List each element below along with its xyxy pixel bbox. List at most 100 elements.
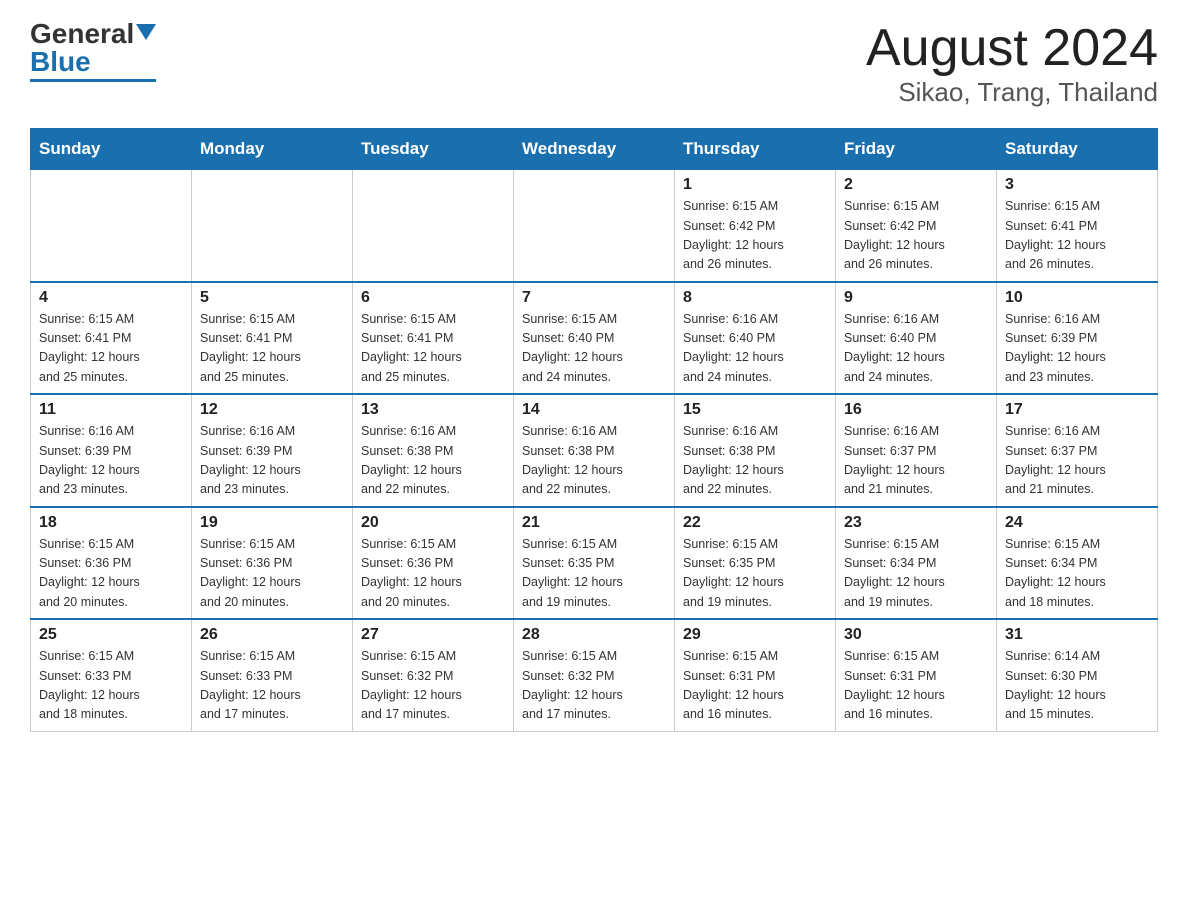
calendar-week-row: 18 Sunrise: 6:15 AMSunset: 6:36 PMDayligh… (31, 507, 1158, 620)
calendar-cell: 20 Sunrise: 6:15 AMSunset: 6:36 PMDayligh… (353, 507, 514, 620)
day-number: 19 (200, 514, 344, 532)
day-number: 23 (844, 514, 988, 532)
location-subtitle: Sikao, Trang, Thailand (866, 77, 1158, 108)
column-header-tuesday: Tuesday (353, 129, 514, 170)
day-number: 2 (844, 176, 988, 194)
title-block: August 2024 Sikao, Trang, Thailand (866, 20, 1158, 108)
calendar-cell (31, 170, 192, 282)
day-number: 28 (522, 626, 666, 644)
calendar-cell: 31Sunrise: 6:14 AMSunset: 6:30 PMDayligh… (997, 619, 1158, 731)
logo-general-text: General (30, 20, 134, 48)
day-sun-info: Sunrise: 6:16 AMSunset: 6:37 PMDaylight:… (844, 422, 988, 500)
day-sun-info: Sunrise: 6:15 AMSunset: 6:34 PMDaylight:… (844, 535, 988, 613)
day-number: 3 (1005, 176, 1149, 194)
calendar-cell (192, 170, 353, 282)
day-sun-info: Sunrise: 6:15 AMSunset: 6:42 PMDaylight:… (844, 197, 988, 275)
day-sun-info: Sunrise: 6:15 AMSunset: 6:42 PMDaylight:… (683, 197, 827, 275)
day-sun-info: Sunrise: 6:15 AMSunset: 6:33 PMDaylight:… (200, 647, 344, 725)
day-number: 6 (361, 289, 505, 307)
day-sun-info: Sunrise: 6:16 AMSunset: 6:40 PMDaylight:… (683, 310, 827, 388)
logo: General Blue (30, 20, 156, 82)
calendar-cell (514, 170, 675, 282)
calendar-cell: 27 Sunrise: 6:15 AMSunset: 6:32 PMDayligh… (353, 619, 514, 731)
calendar-header-row: SundayMondayTuesdayWednesdayThursdayFrid… (31, 129, 1158, 170)
calendar-cell (353, 170, 514, 282)
day-sun-info: Sunrise: 6:15 AMSunset: 6:35 PMDaylight:… (522, 535, 666, 613)
day-number: 26 (200, 626, 344, 644)
column-header-saturday: Saturday (997, 129, 1158, 170)
calendar-cell: 30 Sunrise: 6:15 AMSunset: 6:31 PMDayligh… (836, 619, 997, 731)
day-number: 24 (1005, 514, 1149, 532)
day-number: 7 (522, 289, 666, 307)
day-number: 25 (39, 626, 183, 644)
calendar-cell: 18 Sunrise: 6:15 AMSunset: 6:36 PMDayligh… (31, 507, 192, 620)
day-number: 18 (39, 514, 183, 532)
calendar-cell: 16 Sunrise: 6:16 AMSunset: 6:37 PMDayligh… (836, 394, 997, 507)
day-sun-info: Sunrise: 6:15 AMSunset: 6:36 PMDaylight:… (39, 535, 183, 613)
calendar-cell: 11Sunrise: 6:16 AMSunset: 6:39 PMDayligh… (31, 394, 192, 507)
logo-triangle-icon (136, 24, 156, 40)
day-sun-info: Sunrise: 6:16 AMSunset: 6:39 PMDaylight:… (200, 422, 344, 500)
calendar-cell: 10 Sunrise: 6:16 AMSunset: 6:39 PMDayligh… (997, 282, 1158, 395)
day-sun-info: Sunrise: 6:15 AMSunset: 6:33 PMDaylight:… (39, 647, 183, 725)
day-sun-info: Sunrise: 6:15 AMSunset: 6:41 PMDaylight:… (200, 310, 344, 388)
day-number: 22 (683, 514, 827, 532)
day-number: 21 (522, 514, 666, 532)
calendar-cell: 14 Sunrise: 6:16 AMSunset: 6:38 PMDayligh… (514, 394, 675, 507)
column-header-thursday: Thursday (675, 129, 836, 170)
day-number: 9 (844, 289, 988, 307)
day-number: 11 (39, 401, 183, 419)
calendar-cell: 24 Sunrise: 6:15 AMSunset: 6:34 PMDayligh… (997, 507, 1158, 620)
calendar-week-row: 1Sunrise: 6:15 AMSunset: 6:42 PMDaylight… (31, 170, 1158, 282)
day-sun-info: Sunrise: 6:15 AMSunset: 6:34 PMDaylight:… (1005, 535, 1149, 613)
day-sun-info: Sunrise: 6:15 AMSunset: 6:32 PMDaylight:… (522, 647, 666, 725)
column-header-wednesday: Wednesday (514, 129, 675, 170)
calendar-cell: 25 Sunrise: 6:15 AMSunset: 6:33 PMDayligh… (31, 619, 192, 731)
column-header-monday: Monday (192, 129, 353, 170)
day-number: 17 (1005, 401, 1149, 419)
day-number: 29 (683, 626, 827, 644)
day-sun-info: Sunrise: 6:15 AMSunset: 6:31 PMDaylight:… (844, 647, 988, 725)
calendar-week-row: 11 Sunrise: 6:16 AMSunset: 6:39 PMDayligh… (31, 394, 1158, 507)
day-number: 8 (683, 289, 827, 307)
day-number: 10 (1005, 289, 1149, 307)
day-number: 12 (200, 401, 344, 419)
calendar-cell: 17 Sunrise: 6:16 AMSunset: 6:37 PMDayligh… (997, 394, 1158, 507)
day-sun-info: Sunrise: 6:15 AMSunset: 6:41 PMDaylight:… (361, 310, 505, 388)
calendar-cell: 22 Sunrise: 6:15 AMSunset: 6:35 PMDayligh… (675, 507, 836, 620)
calendar-week-row: 25 Sunrise: 6:15 AMSunset: 6:33 PMDayligh… (31, 619, 1158, 731)
day-sun-info: Sunrise: 6:14 AMSunset: 6:30 PMDaylight:… (1005, 647, 1149, 725)
calendar-cell: 2 Sunrise: 6:15 AMSunset: 6:42 PMDaylight… (836, 170, 997, 282)
day-sun-info: Sunrise: 6:15 AMSunset: 6:32 PMDaylight:… (361, 647, 505, 725)
day-number: 20 (361, 514, 505, 532)
day-sun-info: Sunrise: 6:16 AMSunset: 6:39 PMDaylight:… (1005, 310, 1149, 388)
day-number: 30 (844, 626, 988, 644)
day-sun-info: Sunrise: 6:16 AMSunset: 6:38 PMDaylight:… (522, 422, 666, 500)
day-sun-info: Sunrise: 6:16 AMSunset: 6:38 PMDaylight:… (683, 422, 827, 500)
day-number: 27 (361, 626, 505, 644)
column-header-sunday: Sunday (31, 129, 192, 170)
calendar-cell: 12 Sunrise: 6:16 AMSunset: 6:39 PMDayligh… (192, 394, 353, 507)
day-number: 15 (683, 401, 827, 419)
day-sun-info: Sunrise: 6:15 AMSunset: 6:36 PMDaylight:… (361, 535, 505, 613)
day-sun-info: Sunrise: 6:16 AMSunset: 6:40 PMDaylight:… (844, 310, 988, 388)
day-sun-info: Sunrise: 6:15 AMSunset: 6:31 PMDaylight:… (683, 647, 827, 725)
calendar-cell: 6 Sunrise: 6:15 AMSunset: 6:41 PMDaylight… (353, 282, 514, 395)
page-header: General Blue August 2024 Sikao, Trang, T… (30, 20, 1158, 108)
day-sun-info: Sunrise: 6:16 AMSunset: 6:38 PMDaylight:… (361, 422, 505, 500)
day-sun-info: Sunrise: 6:15 AMSunset: 6:35 PMDaylight:… (683, 535, 827, 613)
calendar-cell: 1Sunrise: 6:15 AMSunset: 6:42 PMDaylight… (675, 170, 836, 282)
month-year-title: August 2024 (866, 20, 1158, 77)
calendar-cell: 4Sunrise: 6:15 AMSunset: 6:41 PMDaylight… (31, 282, 192, 395)
day-sun-info: Sunrise: 6:16 AMSunset: 6:37 PMDaylight:… (1005, 422, 1149, 500)
day-sun-info: Sunrise: 6:15 AMSunset: 6:40 PMDaylight:… (522, 310, 666, 388)
day-number: 16 (844, 401, 988, 419)
calendar-cell: 8 Sunrise: 6:16 AMSunset: 6:40 PMDaylight… (675, 282, 836, 395)
calendar-cell: 15 Sunrise: 6:16 AMSunset: 6:38 PMDayligh… (675, 394, 836, 507)
calendar-cell: 19Sunrise: 6:15 AMSunset: 6:36 PMDayligh… (192, 507, 353, 620)
day-number: 14 (522, 401, 666, 419)
calendar-cell: 29 Sunrise: 6:15 AMSunset: 6:31 PMDayligh… (675, 619, 836, 731)
day-number: 4 (39, 289, 183, 307)
calendar-cell: 21 Sunrise: 6:15 AMSunset: 6:35 PMDayligh… (514, 507, 675, 620)
logo-blue-text: Blue (30, 48, 91, 76)
